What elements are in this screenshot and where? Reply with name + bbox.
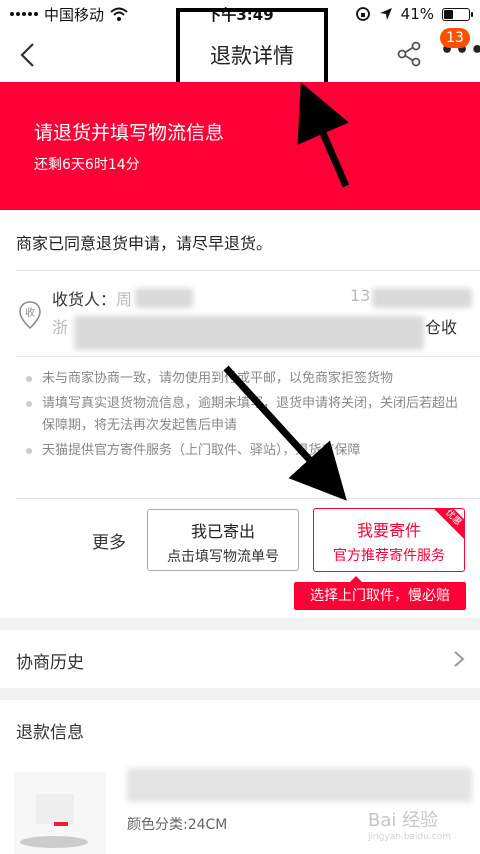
- receiver-label-text: 收货人：: [52, 290, 117, 309]
- negotiation-history-label: 协商历史: [16, 653, 84, 673]
- note-item: 未与商家协商一致，请勿使用到付或平邮，以免商家拒签货物: [24, 368, 464, 390]
- chevron-right-icon: [454, 651, 465, 667]
- product-spec: 颜色分类:24CM: [127, 817, 228, 833]
- request-pickup-button[interactable]: 优惠 我要寄件 官方推荐寄件服务: [313, 508, 465, 572]
- receiver-phone: 13: [350, 286, 371, 305]
- wifi-icon: [110, 7, 128, 21]
- divider: [16, 498, 480, 499]
- lock-rotation-icon: [355, 7, 370, 21]
- more-button[interactable]: 更多: [92, 528, 126, 553]
- already-shipped-title: 我已寄出: [190, 522, 255, 541]
- already-shipped-subtitle: 点击填写物流单号: [167, 549, 279, 565]
- battery-percent: 41%: [400, 5, 434, 23]
- address-end: 仓收: [425, 318, 458, 337]
- request-pickup-title: 我要寄件: [356, 521, 421, 540]
- refund-info-label: 退款信息: [16, 723, 84, 743]
- request-pickup-subtitle: 官方推荐寄件服务: [333, 548, 445, 564]
- return-notes: 未与商家协商一致，请勿使用到付或平邮，以免商家拒签货物 请填写真实退货物流信息，…: [24, 368, 464, 465]
- receiver-label: 收货人：周: [52, 286, 132, 310]
- location-icon: [379, 8, 392, 20]
- watermark: Bai 经验 jingyan.baidu.com: [368, 806, 451, 842]
- annotation-box: [176, 8, 328, 90]
- battery-icon: [442, 7, 473, 21]
- status-banner: 请退货并填写物流信息 还剩6天6时14分: [0, 82, 480, 210]
- carrier-name: 中国移动: [44, 5, 105, 24]
- already-shipped-button[interactable]: 我已寄出 点击填写物流单号: [147, 509, 299, 571]
- banner-title: 请退货并填写物流信息: [34, 122, 225, 144]
- address-icon-char: 收: [25, 306, 35, 319]
- location-pin-icon: 收: [19, 301, 41, 330]
- redacted-name: [135, 288, 193, 308]
- address-start: 浙: [52, 318, 69, 337]
- note-item: 天猫提供官方寄件服务（上门取件、驿站），退货有保障: [24, 440, 464, 462]
- redacted-product-title: [127, 768, 472, 802]
- back-icon[interactable]: [14, 40, 44, 70]
- product-thumbnail[interactable]: [14, 772, 106, 854]
- merchant-status-text: 商家已同意退货申请，请尽早退货。: [16, 234, 273, 253]
- redacted-address: [74, 316, 424, 350]
- signal-icon: [10, 12, 38, 16]
- watermark-sub: jingyan.baidu.com: [368, 832, 452, 842]
- note-item: 请填写真实退货物流信息，逾期未填写，退货申请将关闭，关闭后若超出保障期，将无法再…: [24, 393, 464, 437]
- negotiation-history-row[interactable]: 协商历史: [0, 630, 480, 688]
- return-panel: 商家已同意退货申请，请尽早退货。 收 收货人：周 13 浙 仓收 未与商家协商一…: [0, 210, 480, 618]
- pickup-promo-tooltip: 选择上门取件，慢必赔: [294, 576, 466, 610]
- redacted-phone: [372, 288, 472, 308]
- pan-image-icon: [20, 794, 88, 848]
- share-icon[interactable]: [395, 40, 423, 68]
- banner-countdown: 还剩6天6时14分: [34, 157, 140, 173]
- receiver-name: 周: [116, 290, 133, 309]
- divider: [16, 356, 480, 357]
- notification-badge: 13: [440, 28, 470, 48]
- divider: [16, 270, 480, 271]
- watermark-text: Bai 经验: [368, 810, 439, 831]
